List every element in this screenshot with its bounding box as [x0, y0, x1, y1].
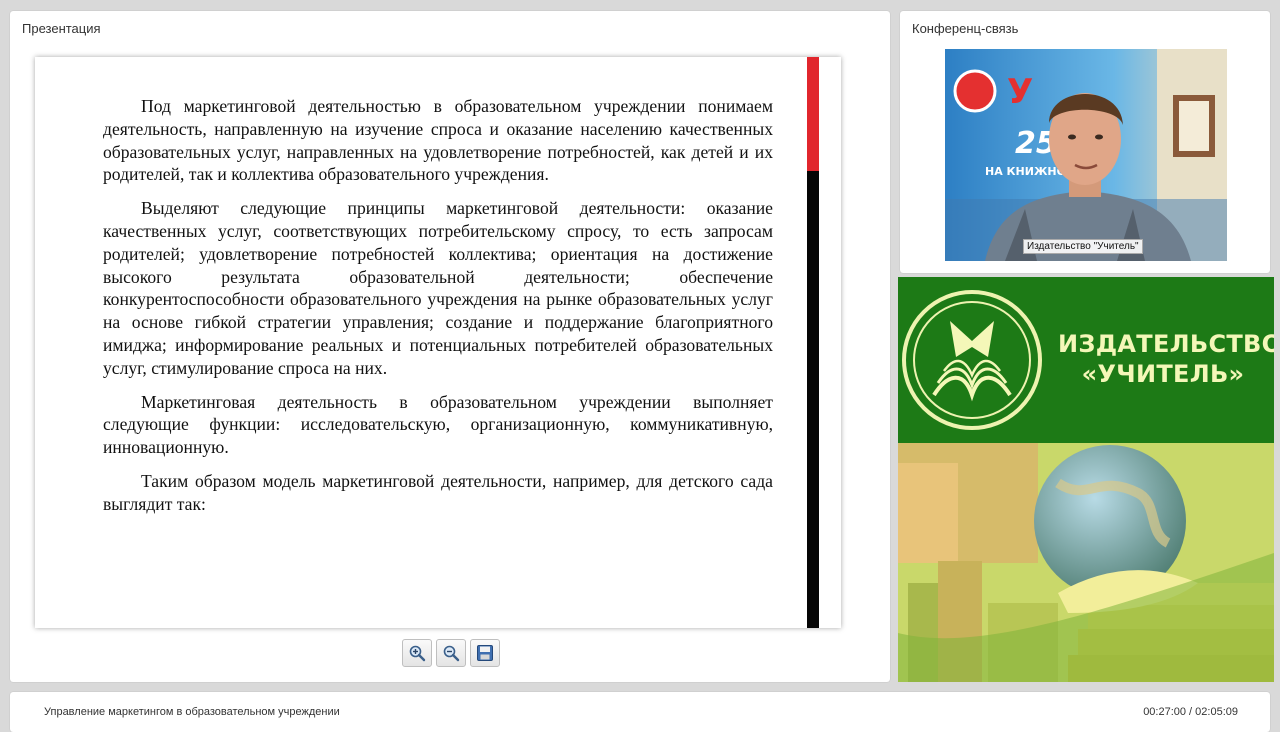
slide-paragraph: Маркетинговая деятельность в образовател…	[103, 391, 773, 458]
conference-panel-title: Конференц-связь	[912, 21, 1019, 36]
player-footer: Управление маркетингом в образовательном…	[10, 692, 1270, 732]
publisher-logo	[902, 290, 1042, 430]
slide-text: Под маркетинговой деятельностью в образо…	[103, 95, 773, 527]
video-caption: Издательство "Учитель"	[1023, 239, 1143, 254]
publisher-name-line2: «УЧИТЕЛЬ»	[1081, 360, 1245, 388]
slide-accent-bar-black	[807, 171, 819, 628]
video-frame: У 25 НА КНИЖНО	[945, 49, 1227, 261]
zoom-out-icon	[443, 645, 460, 662]
save-button[interactable]	[470, 639, 500, 667]
svg-text:У: У	[1007, 72, 1033, 112]
publisher-name: ИЗДАТЕЛЬСТВО «УЧИТЕЛЬ»	[1058, 329, 1274, 389]
save-icon	[477, 645, 493, 661]
zoom-in-icon	[409, 645, 426, 662]
books-globe-illustration	[898, 443, 1274, 682]
course-title: Управление маркетингом в образовательном…	[44, 706, 340, 718]
publisher-banner: ИЗДАТЕЛЬСТВО «УЧИТЕЛЬ»	[898, 277, 1274, 443]
slide-paragraph: Таким образом модель маркетинговой деяте…	[103, 470, 773, 514]
slide-paragraph: Выделяют следующие принципы маркетингово…	[103, 198, 773, 378]
books-image	[898, 443, 1274, 682]
playback-time: 00:27:00 / 02:05:09	[1143, 706, 1238, 718]
video-feed[interactable]: У 25 НА КНИЖНО Издательство "Учитель"	[945, 49, 1227, 261]
zoom-in-button[interactable]	[402, 639, 432, 667]
zoom-out-button[interactable]	[436, 639, 466, 667]
slide-accent-bar-red	[807, 57, 819, 171]
svg-text:НА КНИЖНО: НА КНИЖНО	[985, 165, 1066, 178]
slide: Под маркетинговой деятельностью в образо…	[35, 57, 841, 628]
slide-paragraph: Под маркетинговой деятельностью в образо…	[103, 96, 773, 185]
slide-toolbar	[402, 639, 500, 667]
conference-panel: Конференц-связь У 25 НА КНИЖНО Издательс…	[900, 11, 1270, 273]
publisher-name-line1: ИЗДАТЕЛЬСТВО	[1058, 330, 1274, 358]
presentation-panel: Презентация Под маркетинговой деятельнос…	[10, 11, 890, 682]
presentation-panel-title: Презентация	[22, 21, 101, 36]
